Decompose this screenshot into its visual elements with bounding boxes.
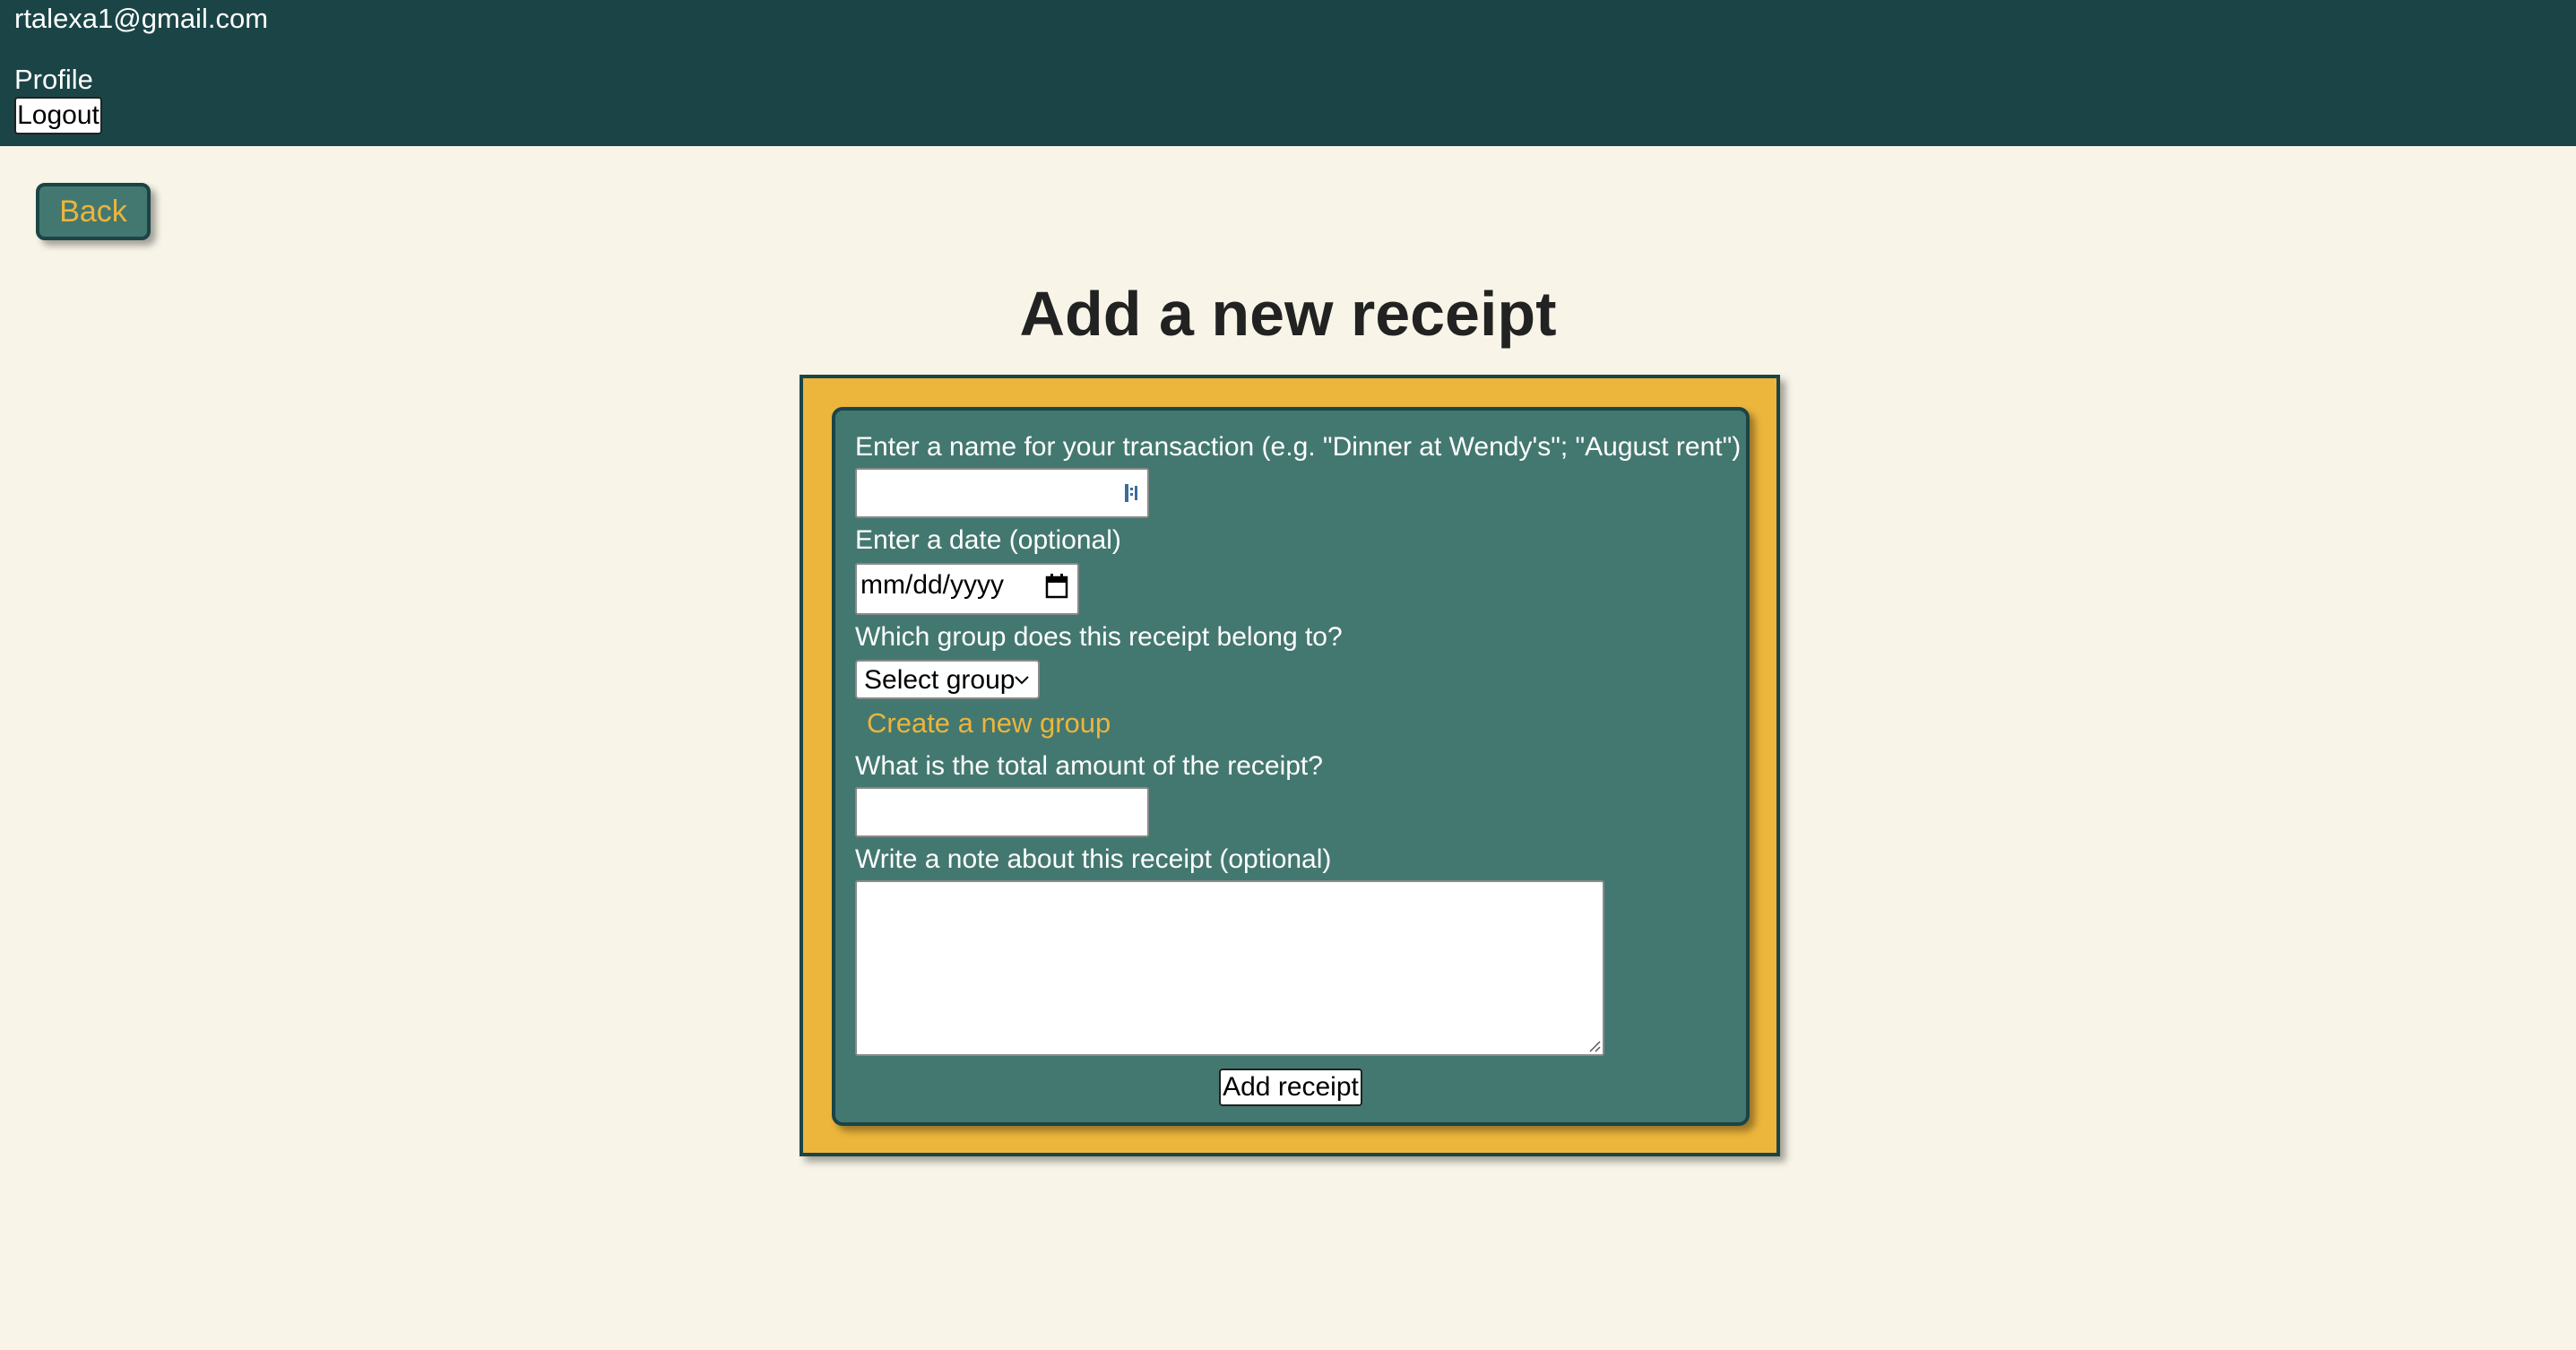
- chevron-down-icon: [1015, 676, 1029, 685]
- top-header: rtalexa1@gmail.com Profile Logout: [0, 0, 2576, 146]
- page-title: Add a new receipt: [1019, 279, 1557, 349]
- transaction-name-input[interactable]: [855, 468, 1149, 518]
- back-button[interactable]: Back: [36, 183, 151, 240]
- create-group-link[interactable]: Create a new group: [867, 706, 1111, 740]
- password-manager-icon[interactable]: [1122, 480, 1142, 506]
- amount-input[interactable]: [855, 787, 1149, 837]
- add-receipt-button[interactable]: Add receipt: [1219, 1069, 1362, 1106]
- date-input[interactable]: mm/dd/yyyy: [855, 563, 1079, 615]
- amount-label: What is the total amount of the receipt?: [855, 751, 1323, 781]
- date-label: Enter a date (optional): [855, 525, 1121, 555]
- transaction-name-label: Enter a name for your transaction (e.g. …: [855, 432, 1742, 462]
- group-select-value: Select group: [864, 665, 1016, 695]
- logout-button[interactable]: Logout: [14, 97, 102, 134]
- resize-handle-icon[interactable]: [1586, 1038, 1601, 1052]
- group-label: Which group does this receipt belong to?: [855, 622, 1343, 652]
- note-label: Write a note about this receipt (optiona…: [855, 844, 1332, 874]
- profile-link[interactable]: Profile: [14, 63, 93, 97]
- date-placeholder: mm/dd/yyyy: [860, 570, 1005, 600]
- note-textarea[interactable]: [855, 880, 1604, 1056]
- user-email: rtalexa1@gmail.com: [14, 3, 269, 34]
- calendar-icon[interactable]: [1045, 574, 1068, 599]
- group-select[interactable]: Select group: [855, 660, 1040, 699]
